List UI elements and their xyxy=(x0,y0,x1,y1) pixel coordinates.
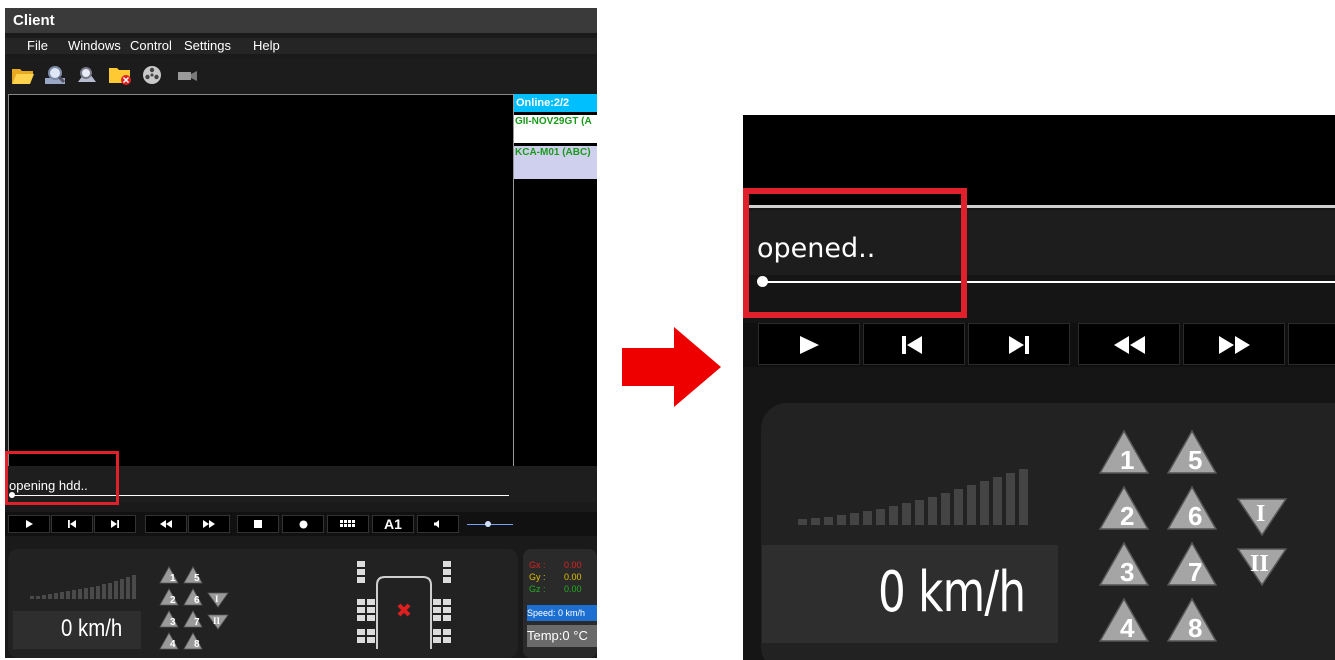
next-icon xyxy=(111,520,119,528)
volume-icon xyxy=(434,520,439,528)
channel-label: 3 xyxy=(170,617,176,628)
rewind-icon xyxy=(160,520,172,528)
zoomed-previous-button xyxy=(863,323,965,365)
channel-label: 6 xyxy=(194,595,200,606)
camera-icon[interactable] xyxy=(175,64,199,86)
highlight-box xyxy=(5,451,119,505)
play-icon xyxy=(26,520,33,528)
previous-icon xyxy=(68,520,76,528)
zoomed-channel-label: 2 xyxy=(1120,501,1134,531)
next-icon xyxy=(1009,336,1029,354)
previous-button[interactable] xyxy=(51,515,93,533)
record-button[interactable] xyxy=(282,515,324,533)
zoomed-rewind-button xyxy=(1078,323,1180,365)
open-folder-icon[interactable] xyxy=(11,64,35,86)
fast-forward-icon xyxy=(1219,336,1250,354)
channel-label: 4 xyxy=(170,639,176,650)
menu-file[interactable]: File xyxy=(27,38,48,54)
previous-icon xyxy=(902,336,922,354)
zoomed-highlight-box xyxy=(743,188,967,318)
temperature-status: Temp:0 °C xyxy=(527,625,597,647)
roman-label: II xyxy=(213,616,221,626)
grid-button[interactable] xyxy=(327,515,369,533)
menu-control[interactable]: Control xyxy=(130,38,172,54)
channel-label: 7 xyxy=(194,617,200,628)
speed-bars xyxy=(30,575,136,599)
folder-delete-icon[interactable] xyxy=(108,64,132,86)
gx-value: 0.00 xyxy=(564,560,582,570)
toolbar xyxy=(5,58,597,94)
stop-button[interactable] xyxy=(237,515,279,533)
gy-value: 0.00 xyxy=(564,572,582,582)
rewind-icon xyxy=(1114,336,1145,354)
menu-windows[interactable]: Windows xyxy=(68,38,121,54)
roman-label: I xyxy=(215,594,219,604)
device-item[interactable]: GII-NOV29GT (A xyxy=(514,115,597,143)
g-sensor-readout: Gx : 0.00 Gy : 0.00 Gz : 0.00 xyxy=(529,559,582,595)
speed-readout: 0 km/h xyxy=(61,615,123,642)
zoomed-playback-controls xyxy=(743,323,1335,367)
zoomed-channel-label: 7 xyxy=(1188,557,1202,587)
grid-icon xyxy=(340,520,355,527)
next-button[interactable] xyxy=(94,515,136,533)
zoomed-channel-label: 1 xyxy=(1120,445,1134,475)
gx-label: Gx : xyxy=(529,560,546,570)
zoomed-speed-bars xyxy=(798,469,1028,525)
arrow-right-icon xyxy=(622,327,721,407)
device-name: GII-NOV29GT (A xyxy=(515,116,592,127)
speed-status: Speed: 0 km/h xyxy=(527,605,597,621)
menu-help[interactable]: Help xyxy=(253,38,280,54)
zoomed-next-button xyxy=(968,323,1070,365)
zoomed-view: opened.. 0 km/h 1 5 2 6 3 7 4 8 I II xyxy=(743,115,1335,660)
zoomed-stop-button xyxy=(1288,323,1335,365)
gz-value: 0.00 xyxy=(564,584,582,594)
channel-label: 5 xyxy=(194,573,200,584)
fast-forward-icon xyxy=(203,520,215,528)
playback-controls: A1 xyxy=(5,512,597,536)
volume-handle[interactable] xyxy=(485,521,491,527)
dashboard-panel: 0 km/h 1 5 2 6 3 7 4 8 I II xyxy=(8,549,518,658)
zoomed-channel-label: 6 xyxy=(1188,501,1202,531)
vehicle-diagram-icon xyxy=(357,561,451,649)
device-panel: Online:2/2 GII-NOV29GT (A KCA-M01 (ABC) xyxy=(513,94,597,466)
client-window: Client File Windows Control Settings Hel… xyxy=(5,8,597,658)
play-button[interactable] xyxy=(8,515,50,533)
zoomed-channel-buttons: 1 5 2 6 3 7 4 8 I II xyxy=(1098,429,1288,643)
window-title: Client xyxy=(5,8,597,33)
a1-button[interactable]: A1 xyxy=(372,515,414,533)
zoomed-channel-label: 5 xyxy=(1188,445,1202,475)
menu-settings[interactable]: Settings xyxy=(184,38,231,54)
zoomed-channel-label: 3 xyxy=(1120,557,1134,587)
device-item[interactable]: KCA-M01 (ABC) xyxy=(514,146,597,179)
rewind-button[interactable] xyxy=(145,515,187,533)
device-name: KCA-M01 (ABC) xyxy=(515,147,591,158)
film-reel-icon[interactable] xyxy=(141,64,165,86)
zoomed-fast-forward-button xyxy=(1183,323,1285,365)
channel-label: 2 xyxy=(170,595,176,606)
zoomed-channel-label: 8 xyxy=(1188,613,1202,643)
sensor-panel: Gx : 0.00 Gy : 0.00 Gz : 0.00 Speed: 0 k… xyxy=(523,549,597,658)
online-count: Online:2/2 xyxy=(514,94,597,112)
channel-label: 8 xyxy=(194,639,200,650)
play-icon xyxy=(800,336,819,354)
search-icon[interactable] xyxy=(43,64,67,86)
zoomed-roman-label: I xyxy=(1256,501,1265,527)
menu-bar: File Windows Control Settings Help xyxy=(5,38,597,54)
channel-label: 1 xyxy=(170,573,176,584)
fast-forward-button[interactable] xyxy=(188,515,230,533)
record-icon xyxy=(299,520,307,529)
video-viewport[interactable] xyxy=(8,94,514,467)
gy-label: Gy : xyxy=(529,572,546,582)
zoomed-channel-label: 4 xyxy=(1120,613,1135,643)
zoomed-speed-readout: 0 km/h xyxy=(878,560,1026,625)
search-settings-icon[interactable] xyxy=(75,64,99,86)
zoomed-roman-label: II xyxy=(1250,551,1269,577)
gz-label: Gz : xyxy=(529,584,546,594)
channel-buttons[interactable]: 1 5 2 6 3 7 4 8 I II xyxy=(158,563,248,655)
zoomed-play-button xyxy=(758,323,860,365)
volume-button[interactable] xyxy=(417,515,459,533)
stop-icon xyxy=(254,520,262,528)
